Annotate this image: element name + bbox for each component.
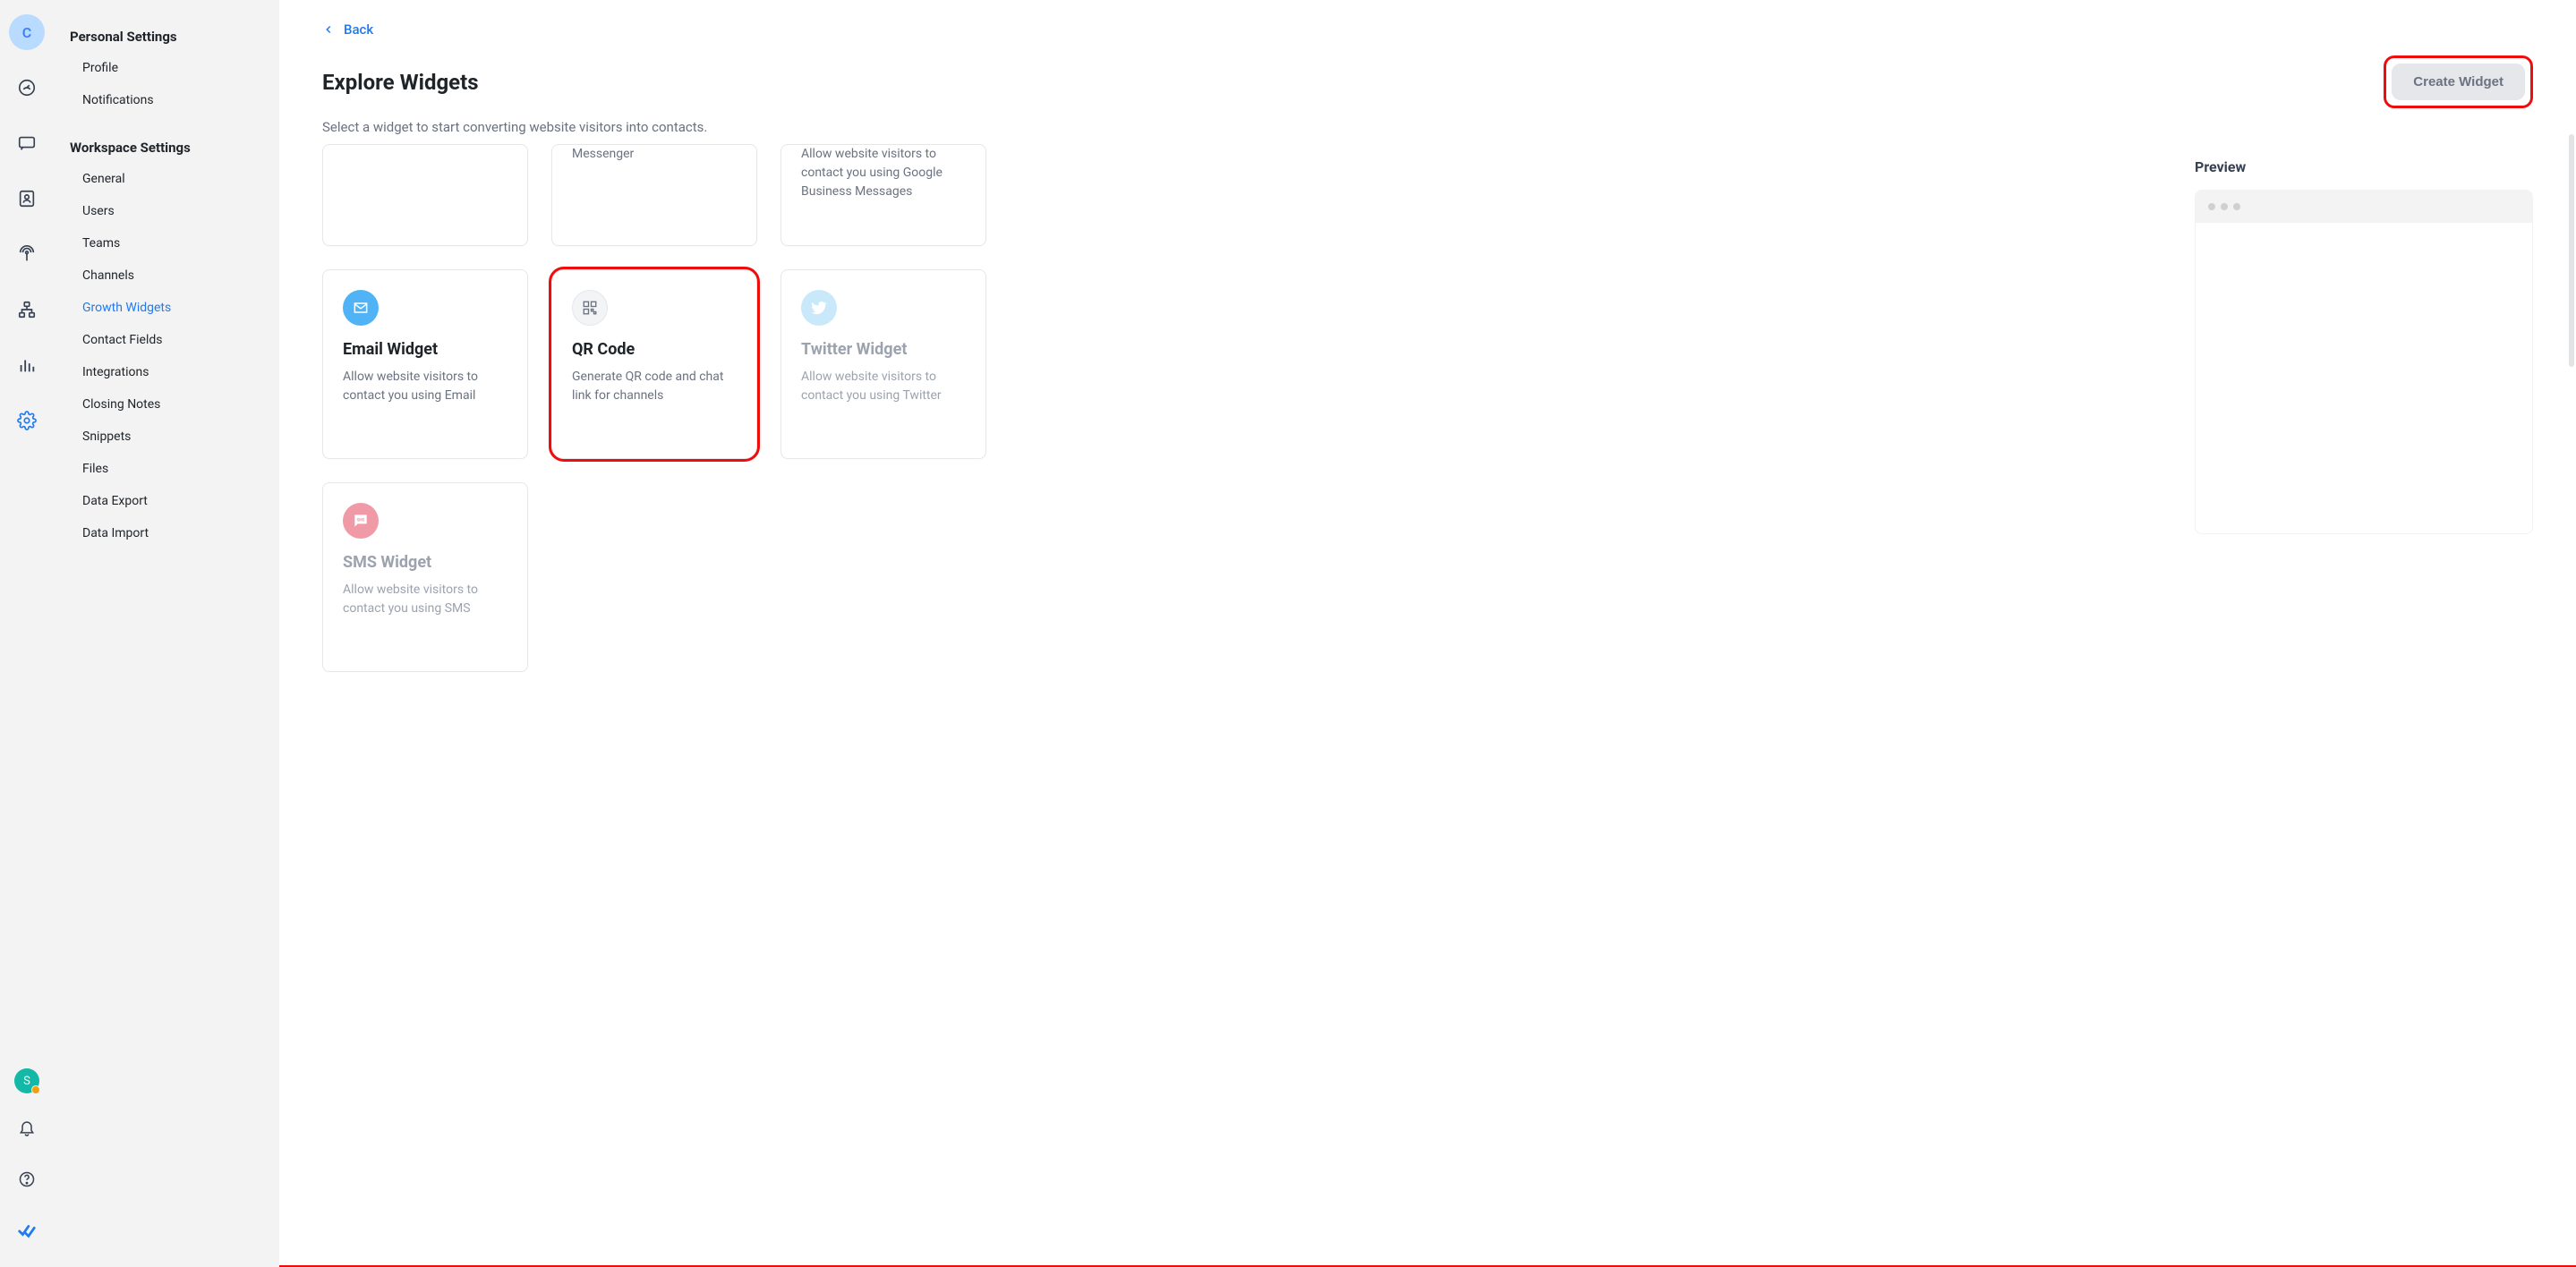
qr-icon — [572, 290, 608, 326]
main-content: Back Explore Widgets Create Widget Selec… — [279, 0, 2576, 1267]
sidebar-item-data-export[interactable]: Data Export — [54, 485, 279, 517]
card-desc: Allow website visitors to contact you us… — [801, 368, 966, 405]
create-widget-highlight: Create Widget — [2384, 55, 2533, 108]
twitter-icon — [801, 290, 837, 326]
sidebar-item-teams[interactable]: Teams — [54, 227, 279, 259]
card-desc: Allow website visitors to contact you us… — [343, 368, 508, 405]
sidebar-item-files[interactable]: Files — [54, 453, 279, 485]
brand-logo-icon[interactable] — [9, 1213, 45, 1249]
bell-icon[interactable] — [9, 1110, 45, 1145]
dashboard-icon[interactable] — [9, 70, 45, 106]
back-label: Back — [344, 21, 373, 38]
sms-icon: SMS — [343, 503, 379, 539]
back-link[interactable]: Back — [322, 21, 2533, 38]
preview-panel: Preview — [2195, 144, 2533, 1240]
widget-card-partial-3[interactable]: Allow website visitors to contact you us… — [780, 144, 986, 246]
card-title: Email Widget — [343, 340, 508, 359]
widget-card-qr-code[interactable]: QR Code Generate QR code and chat link f… — [551, 269, 757, 459]
svg-text:SMS: SMS — [357, 518, 365, 523]
broadcast-icon[interactable] — [9, 236, 45, 272]
settings-sidebar: Personal Settings Profile Notifications … — [54, 0, 279, 1267]
page-subtitle: Select a widget to start converting webs… — [322, 119, 2533, 135]
widget-cards-area: Messenger Allow website visitors to cont… — [322, 144, 2159, 1240]
widget-card-sms[interactable]: SMS SMS Widget Allow website visitors to… — [322, 482, 528, 672]
widget-card-partial-1[interactable] — [322, 144, 528, 246]
sidebar-item-notifications[interactable]: Notifications — [54, 84, 279, 116]
card-desc: Messenger — [572, 145, 737, 164]
traffic-dot — [2233, 203, 2240, 210]
settings-icon[interactable] — [9, 403, 45, 438]
sidebar-item-closing-notes[interactable]: Closing Notes — [54, 388, 279, 421]
card-title: QR Code — [572, 340, 737, 359]
scrollbar-thumb[interactable] — [2569, 134, 2574, 367]
widget-card-twitter[interactable]: Twitter Widget Allow website visitors to… — [780, 269, 986, 459]
workflow-icon[interactable] — [9, 292, 45, 327]
card-desc — [343, 145, 508, 181]
personal-settings-title: Personal Settings — [54, 21, 279, 52]
create-widget-button[interactable]: Create Widget — [2392, 64, 2525, 100]
nav-rail: C S — [0, 0, 54, 1267]
sidebar-item-contact-fields[interactable]: Contact Fields — [54, 324, 279, 356]
user-avatar[interactable]: S — [14, 1068, 39, 1093]
preview-title: Preview — [2195, 158, 2533, 175]
card-title: Twitter Widget — [801, 340, 966, 359]
email-icon — [343, 290, 379, 326]
contacts-icon[interactable] — [9, 181, 45, 217]
sidebar-item-general[interactable]: General — [54, 163, 279, 195]
widget-card-partial-2[interactable]: Messenger — [551, 144, 757, 246]
traffic-dot — [2208, 203, 2215, 210]
workspace-settings-title: Workspace Settings — [54, 132, 279, 163]
page-title: Explore Widgets — [322, 70, 479, 95]
card-desc: Generate QR code and chat link for chann… — [572, 368, 737, 405]
preview-browser-chrome — [2196, 191, 2532, 223]
reports-icon[interactable] — [9, 347, 45, 383]
chevron-left-icon — [322, 23, 335, 36]
workspace-avatar[interactable]: C — [9, 14, 45, 50]
sidebar-item-profile[interactable]: Profile — [54, 52, 279, 84]
card-title: SMS Widget — [343, 553, 508, 572]
sidebar-item-users[interactable]: Users — [54, 195, 279, 227]
preview-box — [2195, 190, 2533, 534]
sidebar-item-data-import[interactable]: Data Import — [54, 517, 279, 549]
sidebar-item-snippets[interactable]: Snippets — [54, 421, 279, 453]
widget-card-email[interactable]: Email Widget Allow website visitors to c… — [322, 269, 528, 459]
traffic-dot — [2221, 203, 2228, 210]
card-desc: Allow website visitors to contact you us… — [801, 145, 966, 201]
sidebar-item-channels[interactable]: Channels — [54, 259, 279, 292]
help-icon[interactable] — [9, 1161, 45, 1197]
sidebar-item-integrations[interactable]: Integrations — [54, 356, 279, 388]
sidebar-item-growth-widgets[interactable]: Growth Widgets — [54, 292, 279, 324]
card-desc: Allow website visitors to contact you us… — [343, 581, 508, 618]
messages-icon[interactable] — [9, 125, 45, 161]
